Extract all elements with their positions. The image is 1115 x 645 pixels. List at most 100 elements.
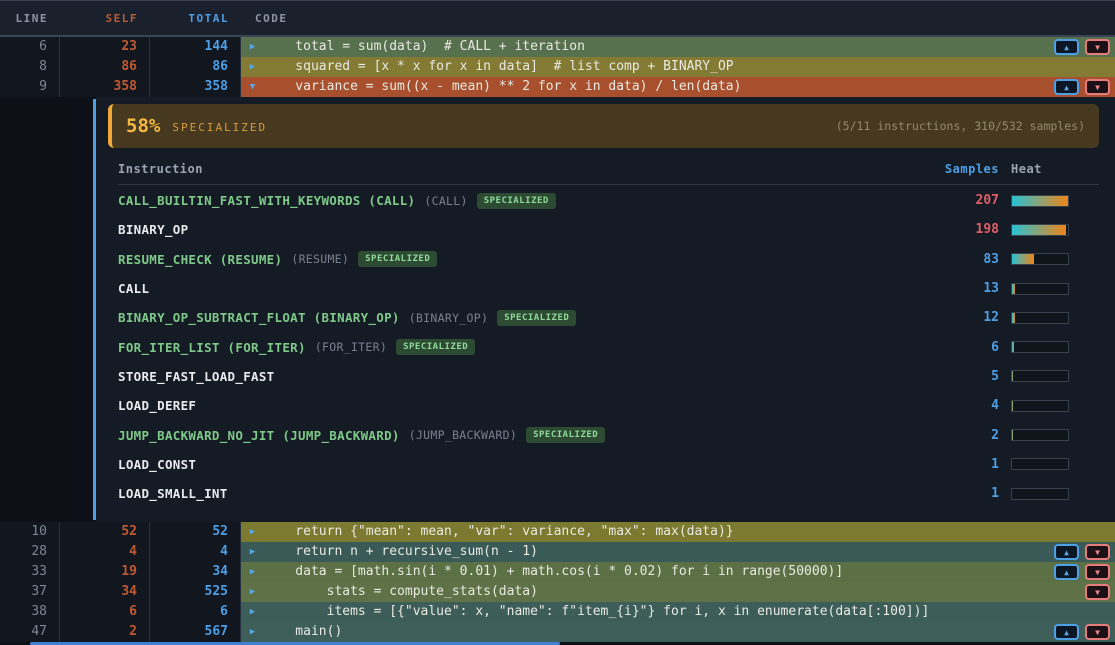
- code-text: squared = [x * x for x in data] # list c…: [264, 57, 734, 77]
- panel-accent-line: [93, 99, 96, 520]
- heat-bar-fill: [1012, 342, 1014, 352]
- total-samples: 52: [150, 522, 241, 542]
- jump-up-button[interactable]: ▲: [1054, 564, 1079, 580]
- instruction-name-group: LOAD_DEREF: [118, 398, 196, 413]
- instruction-row: JUMP_BACKWARD_NO_JIT (JUMP_BACKWARD)(JUM…: [118, 420, 1099, 449]
- expanded-instruction-panel: 58% SPECIALIZED (5/11 instructions, 310/…: [0, 97, 1115, 522]
- instruction-name-group: LOAD_CONST: [118, 457, 196, 472]
- code-row: 623144▶ total = sum(data) # CALL + itera…: [0, 37, 1115, 57]
- heat-bar: [1011, 370, 1069, 382]
- code-cell[interactable]: ▶ data = [math.sin(i * 0.01) + math.cos(…: [241, 562, 1115, 582]
- base-opcode-name: (BINARY_OP): [409, 311, 488, 325]
- specialized-badge: SPECIALIZED: [497, 310, 576, 326]
- code-cell[interactable]: ▶ return {"mean": mean, "var": variance,…: [241, 522, 1115, 542]
- expand-expander-icon[interactable]: ▶: [241, 57, 264, 77]
- heat-bar: [1011, 195, 1069, 207]
- heat-bar-fill: [1012, 313, 1015, 323]
- jump-down-button[interactable]: ▼: [1085, 39, 1110, 55]
- column-header-self: SELF: [60, 12, 150, 25]
- heat-bar: [1011, 253, 1069, 265]
- line-number: 6: [0, 37, 60, 57]
- line-number: 28: [0, 542, 60, 562]
- code-text: total = sum(data) # CALL + iteration: [264, 37, 585, 57]
- code-cell[interactable]: ▼ variance = sum((x - mean) ** 2 for x i…: [241, 77, 1115, 97]
- total-samples: 144: [150, 37, 241, 57]
- code-row: 9358358▼ variance = sum((x - mean) ** 2 …: [0, 77, 1115, 97]
- jump-down-button[interactable]: ▼: [1085, 79, 1110, 95]
- self-samples: 52: [60, 522, 150, 542]
- samples-column-header: Samples: [879, 162, 999, 176]
- line-number: 9: [0, 77, 60, 97]
- code-cell[interactable]: ▶ squared = [x * x for x in data] # list…: [241, 57, 1115, 77]
- line-number: 33: [0, 562, 60, 582]
- specialized-badge: SPECIALIZED: [477, 193, 556, 209]
- code-row: 88686▶ squared = [x * x for x in data] #…: [0, 57, 1115, 77]
- row-nav-buttons: ▲▼: [1054, 39, 1110, 55]
- heat-bar: [1011, 429, 1069, 441]
- code-cell[interactable]: ▶ main()▲▼: [241, 622, 1115, 642]
- jump-up-button[interactable]: ▲: [1054, 79, 1079, 95]
- expand-expander-icon[interactable]: ▶: [241, 602, 264, 622]
- instruction-name-group: STORE_FAST_LOAD_FAST: [118, 369, 275, 384]
- jump-up-button[interactable]: ▲: [1054, 544, 1079, 560]
- heat-bar: [1011, 341, 1069, 353]
- jump-up-button[interactable]: ▲: [1054, 624, 1079, 640]
- code-row: 2844▶ return n + recursive_sum(n - 1)▲▼: [0, 542, 1115, 562]
- samples-count: 198: [879, 222, 999, 237]
- row-nav-buttons: ▲▼: [1054, 564, 1110, 580]
- code-text: items = [{"value": x, "name": f"item_{i}…: [264, 602, 929, 622]
- instruction-name: LOAD_DEREF: [118, 398, 196, 413]
- jump-up-button[interactable]: ▲: [1054, 39, 1079, 55]
- code-cell[interactable]: ▶ return n + recursive_sum(n - 1)▲▼: [241, 542, 1115, 562]
- instruction-name-group: BINARY_OP: [118, 222, 188, 237]
- expand-expander-icon[interactable]: ▶: [241, 562, 264, 582]
- row-nav-buttons: ▲▼: [1054, 624, 1110, 640]
- self-samples: 19: [60, 562, 150, 582]
- instruction-column-header: Instruction: [118, 162, 203, 176]
- samples-count: 12: [879, 310, 999, 325]
- instruction-row: LOAD_CONST1: [118, 450, 1099, 479]
- code-text: variance = sum((x - mean) ** 2 for x in …: [264, 77, 741, 97]
- code-cell[interactable]: ▶ total = sum(data) # CALL + iteration▲▼: [241, 37, 1115, 57]
- code-cell[interactable]: ▶ stats = compute_stats(data)▼: [241, 582, 1115, 602]
- total-samples: 567: [150, 622, 241, 642]
- collapse-expander-icon[interactable]: ▼: [241, 77, 264, 97]
- instruction-row: LOAD_SMALL_INT1: [118, 479, 1099, 508]
- instruction-name-group: CALL: [118, 281, 149, 296]
- specialization-banner: 58% SPECIALIZED (5/11 instructions, 310/…: [108, 104, 1099, 148]
- code-cell[interactable]: ▶ items = [{"value": x, "name": f"item_{…: [241, 602, 1115, 622]
- row-nav-buttons: ▲▼: [1054, 79, 1110, 95]
- heat-bar: [1011, 458, 1069, 470]
- line-number: 8: [0, 57, 60, 77]
- jump-down-button[interactable]: ▼: [1085, 624, 1110, 640]
- total-samples: 34: [150, 562, 241, 582]
- instruction-name: LOAD_CONST: [118, 457, 196, 472]
- expand-expander-icon[interactable]: ▶: [241, 622, 264, 642]
- expand-expander-icon[interactable]: ▶: [241, 37, 264, 57]
- base-opcode-name: (CALL): [424, 194, 467, 208]
- total-samples: 6: [150, 602, 241, 622]
- jump-down-button[interactable]: ▼: [1085, 584, 1110, 600]
- instruction-row: LOAD_DEREF4: [118, 391, 1099, 420]
- instruction-table-header: Instruction Samples Heat: [118, 153, 1099, 185]
- column-header-line: LINE: [0, 12, 60, 25]
- instruction-row: STORE_FAST_LOAD_FAST5: [118, 362, 1099, 391]
- jump-down-button[interactable]: ▼: [1085, 544, 1110, 560]
- self-samples: 4: [60, 542, 150, 562]
- expand-expander-icon[interactable]: ▶: [241, 582, 264, 602]
- line-number: 10: [0, 522, 60, 542]
- heat-bar: [1011, 400, 1069, 412]
- profiler-window: LINE SELF TOTAL CODE 623144▶ total = sum…: [0, 0, 1115, 645]
- instruction-row: BINARY_OP_SUBTRACT_FLOAT (BINARY_OP)(BIN…: [118, 303, 1099, 332]
- expand-expander-icon[interactable]: ▶: [241, 522, 264, 542]
- specialized-label: SPECIALIZED: [172, 121, 267, 134]
- expand-expander-icon[interactable]: ▶: [241, 542, 264, 562]
- total-samples: 4: [150, 542, 241, 562]
- specialized-badge: SPECIALIZED: [526, 427, 605, 443]
- heat-bar: [1011, 283, 1069, 295]
- instruction-row: BINARY_OP 198: [118, 215, 1099, 244]
- code-rows-bottom: 105252▶ return {"mean": mean, "var": var…: [0, 522, 1115, 642]
- jump-down-button[interactable]: ▼: [1085, 564, 1110, 580]
- column-header-total: TOTAL: [150, 12, 241, 25]
- row-nav-buttons: ▼: [1085, 584, 1110, 600]
